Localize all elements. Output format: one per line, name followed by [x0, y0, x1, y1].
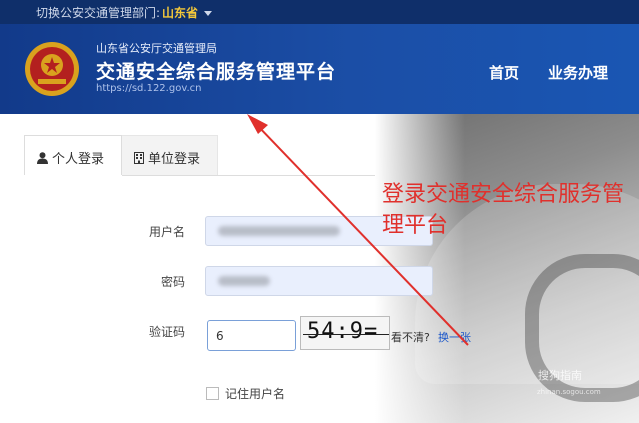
username-redacted	[218, 226, 340, 236]
password-label: 密码	[160, 275, 185, 289]
bureau-name: 山东省公安厅交通管理局	[96, 42, 217, 55]
captcha-image[interactable]: 54:9=	[300, 316, 390, 350]
change-captcha-link[interactable]: 换一张	[438, 329, 471, 345]
password-redacted	[218, 276, 270, 286]
site-url: https://sd.122.gov.cn	[96, 83, 202, 94]
tab-unit-login[interactable]: 单位登录	[122, 135, 218, 175]
tab-divider	[122, 175, 375, 176]
platform-title: 交通安全综合服务管理平台	[96, 61, 337, 83]
username-label: 用户名	[148, 225, 185, 239]
tab-unit-label: 单位登录	[148, 152, 201, 167]
captcha-label: 验证码	[148, 325, 185, 339]
watermark-site: zhinan.sogou.com	[537, 388, 601, 396]
selected-province[interactable]: 山东省	[162, 6, 198, 20]
captcha-image-text: 54:9=	[307, 319, 379, 344]
watermark-brand: 搜狗指南	[538, 369, 582, 382]
department-switch[interactable]: 切换公安交通管理部门: 山东省	[36, 4, 213, 21]
annotation-caption: 登录交通安全综合服务管理平台	[382, 182, 625, 238]
switch-label: 切换公安交通管理部门:	[36, 6, 161, 20]
remember-username-label: 记住用户名	[225, 387, 286, 401]
building-icon	[134, 152, 144, 164]
nav-business[interactable]: 业务办理	[548, 62, 608, 83]
chevron-down-icon[interactable]	[204, 11, 213, 16]
user-icon	[37, 152, 48, 164]
police-emblem-logo	[25, 42, 79, 96]
cant-see-text: 看不清?	[391, 331, 430, 344]
department-switch-bar: 切换公安交通管理部门: 山东省	[0, 0, 639, 24]
tab-personal-login[interactable]: 个人登录	[24, 135, 122, 175]
site-header: 山东省公安厅交通管理局 交通安全综合服务管理平台 https://sd.122.…	[0, 24, 639, 114]
tab-personal-label: 个人登录	[52, 152, 105, 167]
nav-home[interactable]: 首页	[489, 62, 519, 83]
remember-username-checkbox[interactable]	[206, 387, 219, 400]
captcha-input[interactable]	[207, 320, 296, 351]
